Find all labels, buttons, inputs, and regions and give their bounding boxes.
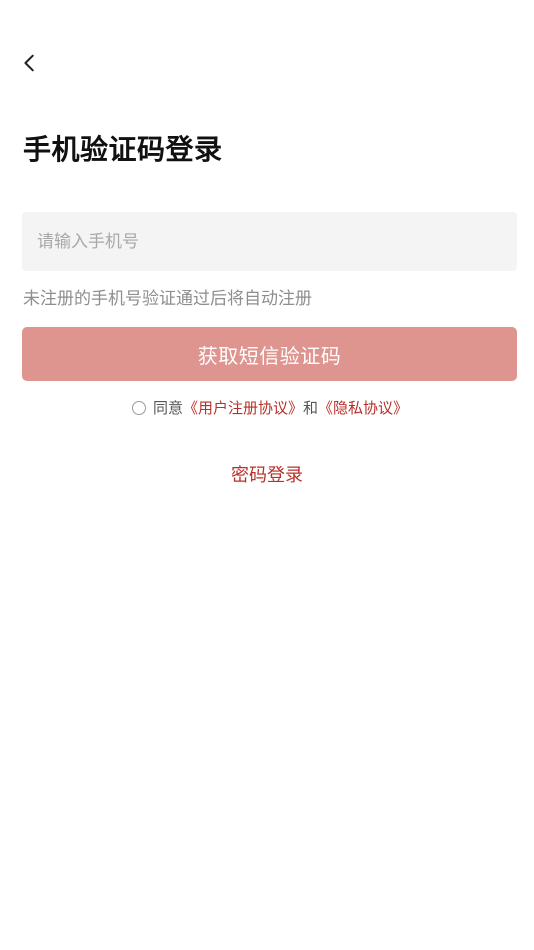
phone-input-container [22, 212, 517, 271]
password-login-link[interactable]: 密码登录 [0, 461, 534, 487]
agreement-conjunction: 和 [303, 399, 319, 417]
phone-input[interactable] [22, 212, 517, 271]
get-sms-code-button[interactable]: 获取短信验证码 [22, 327, 517, 381]
agree-checkbox[interactable] [131, 400, 146, 415]
user-agreement-link[interactable]: 《用户注册协议》 [183, 397, 303, 418]
agreement-row: 同意 《用户注册协议》 和 《隐私协议》 [0, 397, 534, 418]
auto-register-hint: 未注册的手机号验证通过后将自动注册 [23, 289, 312, 309]
back-button[interactable] [14, 47, 46, 79]
login-page: 手机验证码登录 未注册的手机号验证通过后将自动注册 获取短信验证码 同意 《用户… [0, 0, 534, 950]
agreement-prefix: 同意 [152, 399, 183, 417]
chevron-left-icon [24, 54, 34, 72]
page-title: 手机验证码登录 [23, 133, 223, 166]
privacy-policy-link[interactable]: 《隐私协议》 [318, 397, 408, 418]
